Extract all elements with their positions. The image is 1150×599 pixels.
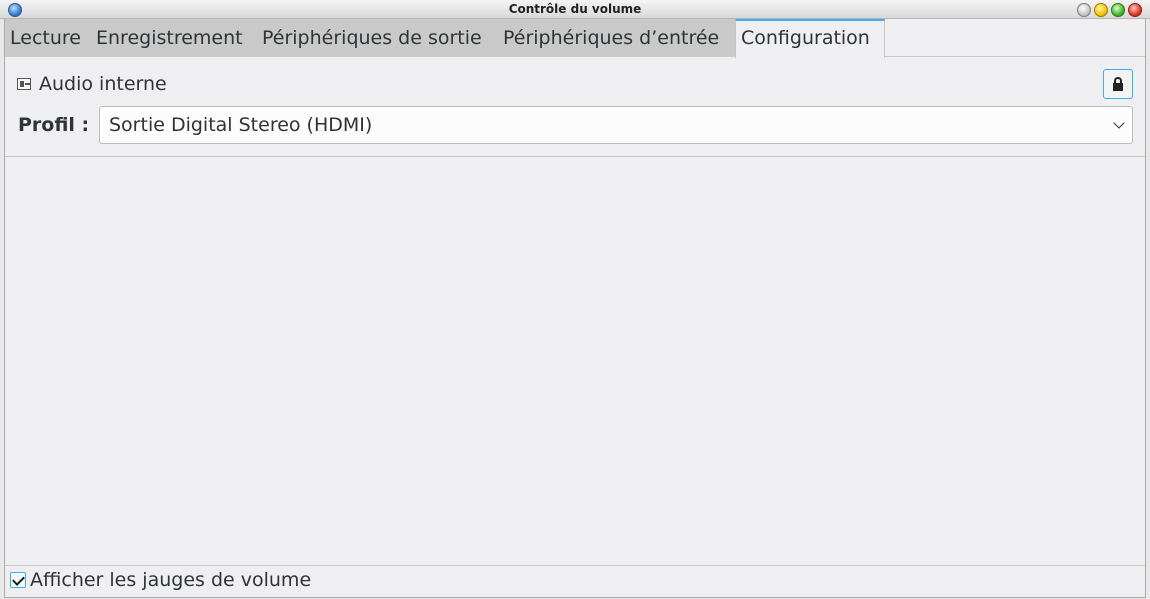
tab-configuration[interactable]: Configuration <box>735 19 885 58</box>
tab-peripheriques-entree[interactable]: Périphériques d’entrée <box>498 19 735 57</box>
window-title: Contrôle du volume <box>508 2 642 16</box>
profile-select[interactable]: Sortie Digital Stereo (HDMI) <box>99 106 1133 144</box>
device-name: Audio interne <box>39 73 167 95</box>
show-meters-label[interactable]: Afficher les jauges de volume <box>30 567 311 593</box>
close-button[interactable] <box>1128 3 1142 17</box>
audio-card-icon <box>17 78 31 90</box>
profile-label: Profil : <box>18 114 90 136</box>
minimize-button[interactable] <box>1094 3 1108 17</box>
maximize-button[interactable] <box>1111 3 1125 17</box>
shade-button[interactable] <box>1077 3 1091 17</box>
chevron-down-icon <box>1114 119 1124 129</box>
tab-enregistrement[interactable]: Enregistrement <box>91 19 257 57</box>
lock-button[interactable] <box>1103 69 1133 99</box>
footer-divider <box>5 565 1145 566</box>
divider <box>5 156 1145 157</box>
tab-lecture[interactable]: Lecture <box>5 19 91 57</box>
title-bar[interactable]: Contrôle du volume <box>0 0 1150 19</box>
main-window: Lecture Enregistrement Périphériques de … <box>4 19 1146 598</box>
profile-value: Sortie Digital Stereo (HDMI) <box>109 114 373 136</box>
tab-bar: Lecture Enregistrement Périphériques de … <box>5 19 1145 58</box>
tab-peripheriques-sortie[interactable]: Périphériques de sortie <box>257 19 498 57</box>
show-meters-checkbox[interactable] <box>10 572 26 588</box>
